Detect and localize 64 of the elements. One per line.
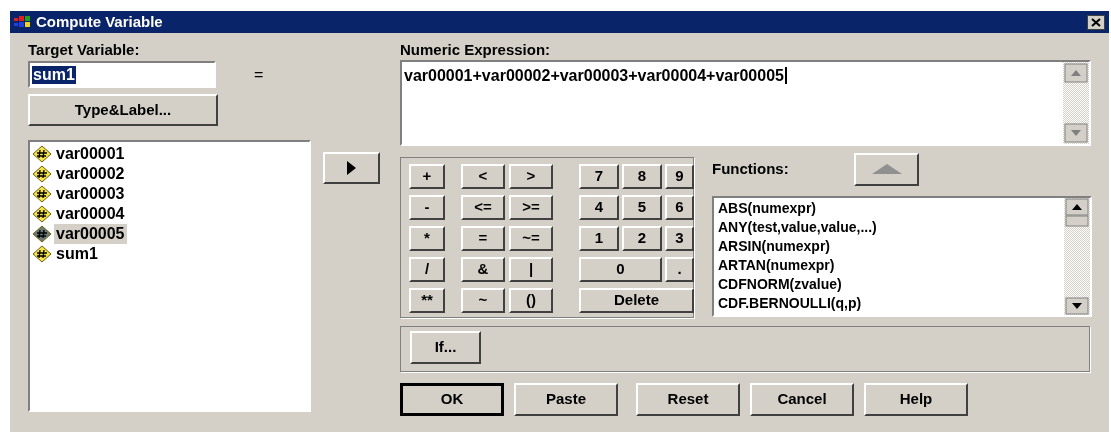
keypad-key[interactable]: 5 xyxy=(622,195,662,220)
equals-sign: = xyxy=(254,64,264,85)
numeric-expression-label: Numeric Expression: xyxy=(400,41,552,59)
vertical-scrollbar[interactable] xyxy=(1063,62,1089,144)
function-item[interactable]: CDF.BERNOULLI(q,p) xyxy=(718,294,862,313)
cancel-button[interactable]: Cancel xyxy=(750,383,854,416)
keypad-key[interactable]: < xyxy=(461,164,505,189)
keypad-key[interactable]: 0 xyxy=(579,257,662,282)
function-item[interactable]: ARTAN(numexpr) xyxy=(718,256,835,275)
type-label-button[interactable]: Type&Label... xyxy=(28,94,218,126)
keypad-key[interactable]: | xyxy=(509,257,553,282)
if-button[interactable]: If... xyxy=(410,331,481,364)
keypad-key[interactable]: 9 xyxy=(665,164,694,189)
numeric-variable-icon xyxy=(32,165,52,183)
numeric-variable-icon xyxy=(32,245,52,263)
expression-text: var00001+var00002+var00003+var00004+var00005 xyxy=(404,67,787,84)
keypad-key[interactable]: ** xyxy=(409,288,445,313)
window-title: Compute Variable xyxy=(36,11,164,32)
close-icon[interactable] xyxy=(1087,14,1105,30)
keypad-key[interactable]: 1 xyxy=(579,226,619,251)
reset-button[interactable]: Reset xyxy=(636,383,740,416)
target-variable-label: Target Variable: xyxy=(28,41,141,59)
keypad-key[interactable]: . xyxy=(665,257,694,282)
numeric-variable-icon xyxy=(32,145,52,163)
variable-item[interactable]: var00005 xyxy=(54,224,127,244)
keypad-key[interactable]: + xyxy=(409,164,445,189)
function-item[interactable]: ABS(numexpr) xyxy=(718,199,816,218)
keypad-key[interactable]: ~= xyxy=(509,226,553,251)
move-button[interactable] xyxy=(323,152,380,184)
keypad-key[interactable]: 8 xyxy=(622,164,662,189)
keypad-key[interactable]: = xyxy=(461,226,505,251)
keypad-key[interactable]: 7 xyxy=(579,164,619,189)
keypad-key[interactable]: 2 xyxy=(622,226,662,251)
play-icon xyxy=(347,161,356,175)
keypad-key[interactable]: () xyxy=(509,288,553,313)
function-item[interactable]: ARSIN(numexpr) xyxy=(718,237,830,256)
numeric-variable-icon xyxy=(32,185,52,203)
keypad-key[interactable]: & xyxy=(461,257,505,282)
numeric-variable-icon xyxy=(32,225,52,243)
paste-button[interactable]: Paste xyxy=(514,383,618,416)
expression-field[interactable]: var00001+var00002+var00003+var00004+var00005 xyxy=(400,60,1091,146)
target-variable-field[interactable]: sum1 xyxy=(28,61,216,88)
keypad-key[interactable]: 4 xyxy=(579,195,619,220)
numeric-variable-icon xyxy=(32,205,52,223)
keypad-key[interactable]: <= xyxy=(461,195,505,220)
keypad-key[interactable]: * xyxy=(409,226,445,251)
function-item[interactable]: ANY(test,value,value,...) xyxy=(718,218,877,237)
vertical-scrollbar[interactable] xyxy=(1064,198,1090,315)
keypad-key[interactable]: ~ xyxy=(461,288,505,313)
keypad-key[interactable]: > xyxy=(509,164,553,189)
app-icon xyxy=(14,15,32,29)
keypad-key[interactable]: Delete xyxy=(579,288,694,313)
triangle-up-icon xyxy=(871,164,902,174)
keypad-key[interactable]: / xyxy=(409,257,445,282)
functions-label: Functions: xyxy=(712,158,790,179)
target-variable-value: sum1 xyxy=(32,65,76,84)
keypad-key[interactable]: >= xyxy=(509,195,553,220)
insert-function-button[interactable] xyxy=(854,152,919,186)
keypad-key[interactable]: 6 xyxy=(665,195,694,220)
function-item[interactable]: CDFNORM(zvalue) xyxy=(718,275,842,294)
keypad-key[interactable]: 3 xyxy=(665,226,694,251)
ok-button[interactable]: OK xyxy=(400,383,504,416)
help-button[interactable]: Help xyxy=(864,383,968,416)
keypad-key[interactable]: - xyxy=(409,195,445,220)
